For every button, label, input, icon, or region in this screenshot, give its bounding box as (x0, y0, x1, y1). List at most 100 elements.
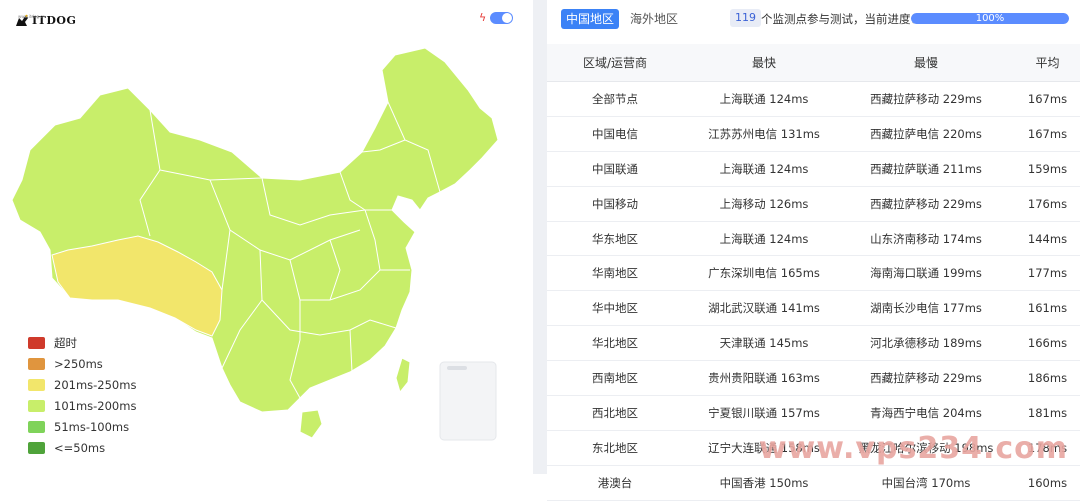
cell-average: 178ms (1007, 430, 1080, 466)
cell-slowest: 西藏拉萨移动 229ms (845, 360, 1007, 397)
legend-label: 201ms-250ms (54, 377, 137, 392)
cell-fastest: 辽宁大连联通 158ms (683, 430, 845, 466)
legend-item[interactable]: 101ms-200ms (28, 395, 136, 416)
table-header-row: 区域/运营商 最快 最慢 平均 (547, 44, 1080, 82)
legend-swatch (28, 357, 45, 370)
legend-swatch (28, 420, 45, 433)
table-body: 全部节点 上海联通 124ms 西藏拉萨移动 229ms 167ms 中国电信 江苏苏州电… (547, 81, 1080, 501)
cell-fastest: 天津联通 145ms (683, 325, 845, 362)
cell-fastest: 广东深圳电信 165ms (683, 255, 845, 292)
cell-slowest: 西藏拉萨移动 229ms (845, 81, 1007, 117)
legend-item[interactable]: <=50ms (28, 437, 136, 458)
cell-average: 167ms (1007, 81, 1080, 117)
cell-fastest: 中国香港 150ms (683, 465, 845, 501)
table-row: 华中地区 湖北武汉联通 141ms 湖南长沙电信 177ms 161ms (547, 290, 1080, 327)
table-row: 西南地区 贵州贵阳联通 163ms 西藏拉萨移动 229ms 186ms (547, 360, 1080, 397)
tab-overseas[interactable]: 海外地区 (625, 9, 683, 29)
legend-item[interactable]: 201ms-250ms (28, 374, 136, 395)
tab-china[interactable]: 中国地区 (561, 9, 620, 29)
south-china-sea-inset (439, 361, 497, 441)
cell-region: 西南地区 (547, 360, 683, 397)
cell-region: 华东地区 (547, 221, 683, 257)
table-row: 中国联通 上海联通 124ms 西藏拉萨联通 211ms 159ms (547, 151, 1080, 187)
legend-item[interactable]: 51ms-100ms (28, 416, 136, 437)
cell-fastest: 上海联通 124ms (683, 221, 845, 257)
region-hainan[interactable] (299, 409, 323, 439)
cell-average: 181ms (1007, 395, 1080, 431)
cell-region: 港澳台 (547, 465, 683, 501)
cell-slowest: 山东济南移动 174ms (845, 221, 1007, 257)
cell-fastest: 贵州贵阳联通 163ms (683, 360, 845, 397)
table-row: 西北地区 宁夏银川联通 157ms 青海西宁电信 204ms 181ms (547, 395, 1080, 431)
table-row: 全部节点 上海联通 124ms 西藏拉萨移动 229ms 167ms (547, 81, 1080, 117)
cell-slowest: 西藏拉萨移动 229ms (845, 186, 1007, 222)
table-row: 华北地区 天津联通 145ms 河北承德移动 189ms 166ms (547, 325, 1080, 362)
cell-region: 华南地区 (547, 255, 683, 292)
logo-subtext: www.itdog.cn (18, 14, 45, 19)
legend-swatch (28, 441, 45, 454)
region-tabs: 中国地区 海外地区 (561, 9, 689, 29)
flash-icon: ϟ (479, 11, 487, 24)
cell-slowest: 西藏拉萨联通 211ms (845, 151, 1007, 187)
cell-region: 西北地区 (547, 395, 683, 431)
legend-label: <=50ms (54, 440, 106, 455)
latency-table: 区域/运营商 最快 最慢 平均 全部节点 上海联通 124ms 西藏拉萨移动 229… (547, 44, 1080, 501)
col-average: 平均 (1007, 44, 1080, 82)
realtime-toggle[interactable] (490, 12, 513, 24)
results-panel: 中国地区 海外地区 119 个监测点参与测试，当前进度： 100% 区域/运营商… (547, 0, 1080, 501)
cell-average: 177ms (1007, 255, 1080, 292)
table-row: 东北地区 辽宁大连联通 158ms 黑龙江哈尔滨移动 198ms 178ms (547, 430, 1080, 466)
toggle-knob (502, 13, 512, 23)
cell-slowest: 海南海口联通 199ms (845, 255, 1007, 292)
cell-region: 华中地区 (547, 290, 683, 327)
inset-island (447, 366, 467, 370)
cell-slowest: 西藏拉萨电信 220ms (845, 116, 1007, 152)
cell-region: 中国移动 (547, 186, 683, 222)
table-row: 中国电信 江苏苏州电信 131ms 西藏拉萨电信 220ms 167ms (547, 116, 1080, 152)
cell-region: 中国联通 (547, 151, 683, 187)
table-row: 港澳台 中国香港 150ms 中国台湾 170ms 160ms (547, 465, 1080, 501)
cell-region: 华北地区 (547, 325, 683, 362)
cell-region: 东北地区 (547, 430, 683, 466)
table-row: 中国移动 上海移动 126ms 西藏拉萨移动 229ms 176ms (547, 186, 1080, 222)
cell-average: 176ms (1007, 186, 1080, 222)
cell-slowest: 青海西宁电信 204ms (845, 395, 1007, 431)
test-progress-bar: 100% (911, 13, 1069, 24)
cell-average: 186ms (1007, 360, 1080, 397)
col-region: 区域/运营商 (547, 44, 683, 82)
cell-average: 166ms (1007, 325, 1080, 362)
latency-legend: 超时 >250ms 201ms-250ms 101ms-200ms 51ms-100ms… (28, 332, 136, 458)
col-slowest: 最慢 (845, 44, 1007, 82)
legend-label: 超时 (54, 335, 77, 350)
cell-slowest: 河北承德移动 189ms (845, 325, 1007, 362)
table-row: 华南地区 广东深圳电信 165ms 海南海口联通 199ms 177ms (547, 255, 1080, 292)
legend-item[interactable]: 超时 (28, 332, 136, 353)
node-count-badge: 119 (730, 9, 761, 27)
cell-fastest: 上海联通 124ms (683, 81, 845, 117)
legend-label: 101ms-200ms (54, 398, 137, 413)
cell-slowest: 湖南长沙电信 177ms (845, 290, 1007, 327)
legend-label: 51ms-100ms (54, 419, 130, 434)
table-row: 华东地区 上海联通 124ms 山东济南移动 174ms 144ms (547, 221, 1080, 257)
progress-caption: 个监测点参与测试，当前进度： (761, 12, 922, 26)
legend-swatch (28, 399, 45, 412)
cell-fastest: 上海联通 124ms (683, 151, 845, 187)
map-panel: ITDOG www.itdog.cn ϟ 超时 >250ms 201ms-250ms… (0, 0, 533, 474)
cell-region: 中国电信 (547, 116, 683, 152)
cell-fastest: 上海移动 126ms (683, 186, 845, 222)
cell-average: 144ms (1007, 221, 1080, 257)
cell-average: 160ms (1007, 465, 1080, 501)
cell-region: 全部节点 (547, 81, 683, 117)
region-taiwan[interactable] (395, 357, 411, 394)
cell-average: 161ms (1007, 290, 1080, 327)
legend-swatch (28, 378, 45, 391)
cell-fastest: 宁夏银川联通 157ms (683, 395, 845, 431)
cell-slowest: 中国台湾 170ms (845, 465, 1007, 501)
cell-slowest: 黑龙江哈尔滨移动 198ms (845, 430, 1007, 466)
legend-item[interactable]: >250ms (28, 353, 136, 374)
cell-fastest: 湖北武汉联通 141ms (683, 290, 845, 327)
col-fastest: 最快 (683, 44, 845, 82)
cell-average: 167ms (1007, 116, 1080, 152)
panel-divider (533, 0, 547, 474)
legend-swatch (28, 336, 45, 349)
